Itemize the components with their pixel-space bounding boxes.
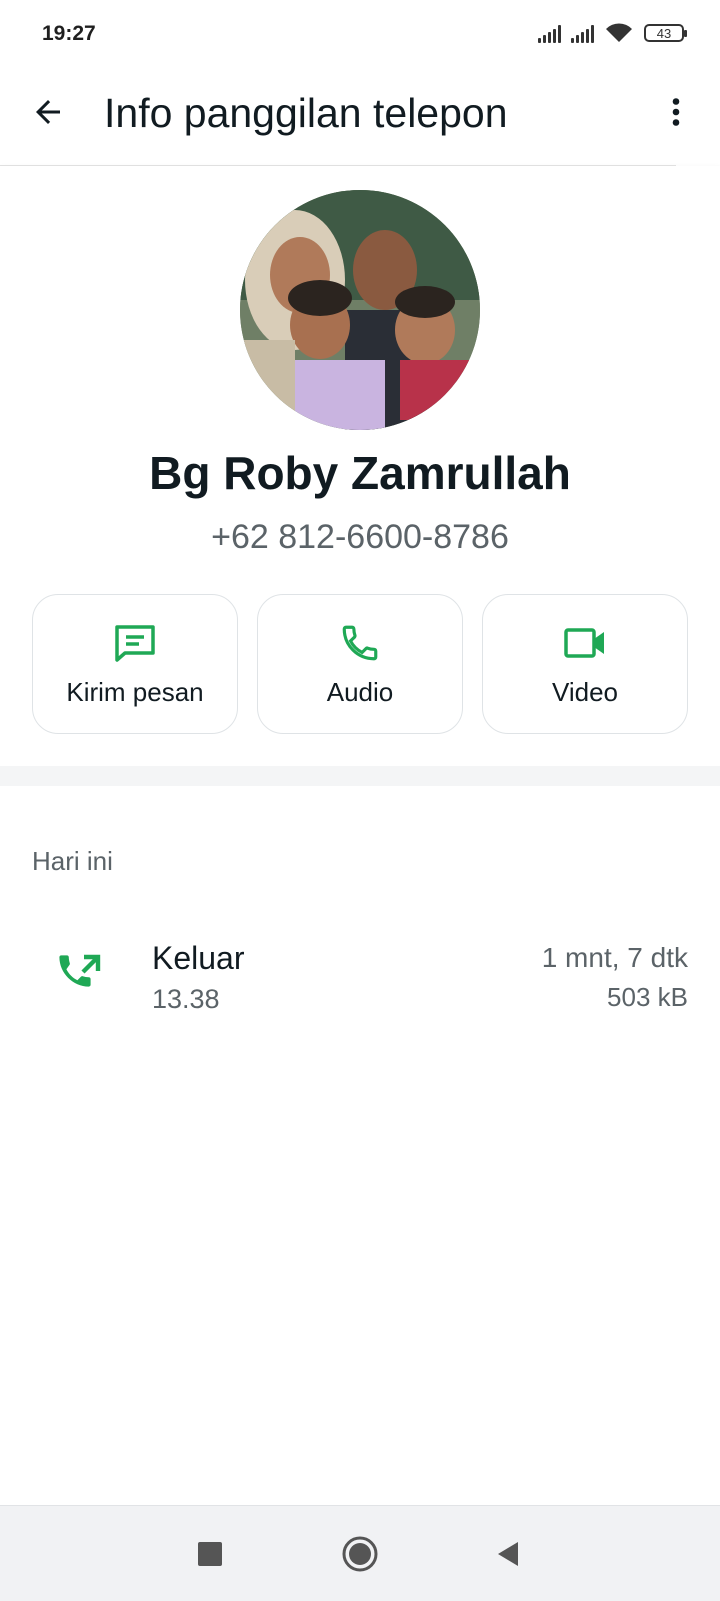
status-time: 19:27 — [42, 22, 96, 45]
triangle-back-icon — [498, 1542, 518, 1566]
more-vertical-icon — [672, 98, 680, 126]
more-options-button[interactable] — [652, 88, 700, 136]
avatar-photo — [240, 190, 480, 430]
video-call-button[interactable]: Video — [482, 594, 688, 734]
call-duration: 1 mnt, 7 dtk — [541, 942, 688, 973]
status-icons: 43 — [538, 22, 687, 44]
call-time: 13.38 — [152, 984, 220, 1014]
history-section-label: Hari ini — [32, 846, 113, 876]
outgoing-call-icon — [56, 950, 104, 998]
home-button[interactable] — [336, 1530, 384, 1578]
back-button[interactable] — [24, 88, 72, 136]
wifi-icon — [606, 23, 632, 42]
video-label: Video — [551, 676, 619, 707]
battery-level: 43 — [656, 25, 672, 41]
send-message-label: Kirim pesan — [66, 676, 204, 707]
audio-label: Audio — [326, 676, 394, 707]
video-icon — [563, 621, 607, 665]
call-history-row[interactable]: Keluar 13.38 1 mnt, 7 dtk 503 kB — [0, 940, 720, 1040]
recents-button[interactable] — [186, 1530, 234, 1578]
page-title: Info panggilan telepon — [104, 90, 508, 136]
audio-call-button[interactable]: Audio — [257, 594, 463, 734]
phone-icon — [339, 621, 381, 665]
call-type: Keluar — [152, 940, 245, 976]
avatar[interactable] — [240, 190, 480, 430]
action-buttons: Kirim pesan Audio Video — [32, 594, 688, 734]
signal-icon-2 — [571, 23, 594, 43]
battery-icon: 43 — [644, 24, 687, 42]
call-data-size: 503 kB — [607, 982, 688, 1012]
back-nav-button[interactable] — [484, 1530, 532, 1578]
contact-name: Bg Roby Zamrullah — [149, 447, 571, 499]
home-circle-icon — [342, 1536, 378, 1572]
arrow-left-icon — [36, 100, 60, 124]
status-bar: 19:27 43 — [0, 0, 720, 70]
send-message-button[interactable]: Kirim pesan — [32, 594, 238, 734]
message-icon — [113, 621, 157, 665]
system-nav-bar — [0, 1505, 720, 1601]
contact-phone: +62 812-6600-8786 — [211, 518, 509, 556]
app-bar: Info panggilan telepon — [0, 70, 720, 166]
profile-card: Bg Roby Zamrullah +62 812-6600-8786 Kiri… — [0, 166, 720, 766]
signal-icon — [538, 23, 561, 43]
section-separator — [0, 766, 720, 786]
square-icon — [198, 1542, 222, 1566]
